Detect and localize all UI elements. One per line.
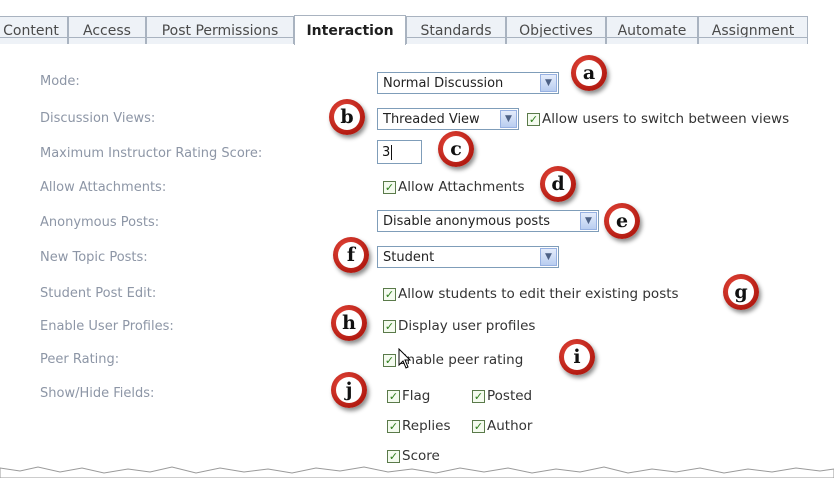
field-flag-label: Flag [402, 388, 431, 404]
callout-d: d [540, 166, 576, 202]
callout-i: i [559, 339, 595, 375]
mode-label: Mode: [40, 74, 80, 89]
anonymous-posts-select[interactable]: Disable anonymous posts ▼ [377, 210, 599, 232]
display-user-profiles-option[interactable]: ✓ Display user profiles [383, 318, 535, 334]
field-posted-option[interactable]: ✓ Posted [472, 388, 532, 404]
tab-label: Interaction [306, 22, 394, 39]
allow-attachments-label: Allow Attachments: [40, 180, 167, 195]
callout-letter: g [728, 279, 754, 305]
field-replies-option[interactable]: ✓ Replies [387, 418, 451, 434]
student-post-edit-option[interactable]: ✓ Allow students to edit their existing … [383, 286, 679, 302]
callout-a: a [571, 55, 607, 91]
callout-letter: h [336, 310, 362, 336]
switch-views-checkbox-label: Allow users to switch between views [542, 111, 790, 127]
field-posted-checkbox[interactable]: ✓ [472, 389, 485, 403]
max-rating-input[interactable]: 3 [377, 140, 422, 164]
allow-attachments-checkbox[interactable]: ✓ [383, 180, 396, 194]
enable-peer-rating-checkbox[interactable]: ✓ [383, 353, 396, 367]
callout-letter: a [576, 60, 602, 86]
chevron-down-icon: ▼ [540, 74, 557, 92]
tab-content[interactable]: Content [0, 16, 68, 44]
field-flag-option[interactable]: ✓ Flag [387, 388, 430, 404]
field-posted-label: Posted [487, 388, 533, 404]
callout-letter: j [336, 377, 362, 403]
student-post-edit-checkbox-label: Allow students to edit their existing po… [398, 286, 679, 302]
discussion-views-value: Threaded View [383, 111, 480, 127]
callout-c: c [438, 131, 474, 167]
field-author-checkbox[interactable]: ✓ [472, 419, 485, 433]
tab-assignment[interactable]: Assignment [698, 16, 808, 44]
switch-views-checkbox[interactable]: ✓ [527, 112, 540, 126]
tab-strip: Content Access Post Permissions Interact… [0, 8, 834, 45]
peer-rating-label: Peer Rating: [40, 352, 120, 367]
mouse-cursor-icon [398, 348, 412, 369]
callout-letter: d [545, 171, 571, 197]
callout-letter: b [334, 104, 360, 130]
callout-g: g [723, 274, 759, 310]
enable-user-profiles-label: Enable User Profiles: [40, 319, 174, 334]
callout-letter: f [338, 242, 364, 268]
torn-edge [0, 466, 834, 478]
discussion-views-label: Discussion Views: [40, 111, 156, 126]
tab-interaction[interactable]: Interaction [294, 15, 406, 45]
callout-h: h [331, 305, 367, 341]
field-flag-checkbox[interactable]: ✓ [387, 389, 400, 403]
show-hide-fields-label: Show/Hide Fields: [40, 386, 155, 401]
student-post-edit-label: Student Post Edit: [40, 286, 157, 301]
field-score-checkbox[interactable]: ✓ [387, 449, 400, 463]
allow-attachments-option[interactable]: ✓ Allow Attachments [383, 179, 525, 195]
display-user-profiles-checkbox-label: Display user profiles [398, 318, 536, 334]
chevron-down-icon: ▼ [580, 212, 597, 230]
student-post-edit-checkbox[interactable]: ✓ [383, 287, 396, 301]
discussion-views-select[interactable]: Threaded View ▼ [377, 108, 519, 130]
anonymous-posts-value: Disable anonymous posts [383, 213, 551, 229]
anonymous-posts-label: Anonymous Posts: [40, 215, 160, 230]
chevron-down-icon: ▼ [500, 110, 517, 128]
callout-letter: c [443, 136, 469, 162]
screenshot-frame: Content Access Post Permissions Interact… [0, 0, 834, 478]
tab-standards[interactable]: Standards [406, 16, 506, 44]
new-topic-posts-value: Student [383, 249, 435, 265]
tab-automate[interactable]: Automate [606, 16, 698, 44]
switch-views-option[interactable]: ✓ Allow users to switch between views [527, 111, 789, 127]
callout-f: f [333, 237, 369, 273]
new-topic-posts-select[interactable]: Student ▼ [377, 246, 559, 268]
field-replies-label: Replies [402, 418, 451, 434]
callout-e: e [604, 203, 640, 239]
display-user-profiles-checkbox[interactable]: ✓ [383, 319, 396, 333]
chevron-down-icon: ▼ [540, 248, 557, 266]
callout-letter: i [564, 344, 590, 370]
max-rating-value: 3 [382, 144, 391, 160]
allow-attachments-checkbox-label: Allow Attachments [398, 179, 525, 195]
callout-letter: e [609, 208, 635, 234]
mode-select[interactable]: Normal Discussion ▼ [377, 72, 559, 94]
tab-post-permissions[interactable]: Post Permissions [146, 16, 294, 44]
callout-j: j [331, 372, 367, 408]
field-replies-checkbox[interactable]: ✓ [387, 419, 400, 433]
max-rating-label: Maximum Instructor Rating Score: [40, 146, 263, 161]
mode-value: Normal Discussion [383, 75, 504, 91]
field-author-label: Author [487, 418, 533, 434]
enable-peer-rating-checkbox-label: Enable peer rating [398, 352, 524, 368]
callout-b: b [329, 99, 365, 135]
tab-objectives[interactable]: Objectives [506, 16, 606, 44]
text-caret [391, 144, 393, 160]
new-topic-posts-label: New Topic Posts: [40, 250, 148, 265]
tab-access[interactable]: Access [68, 16, 146, 44]
field-author-option[interactable]: ✓ Author [472, 418, 532, 434]
